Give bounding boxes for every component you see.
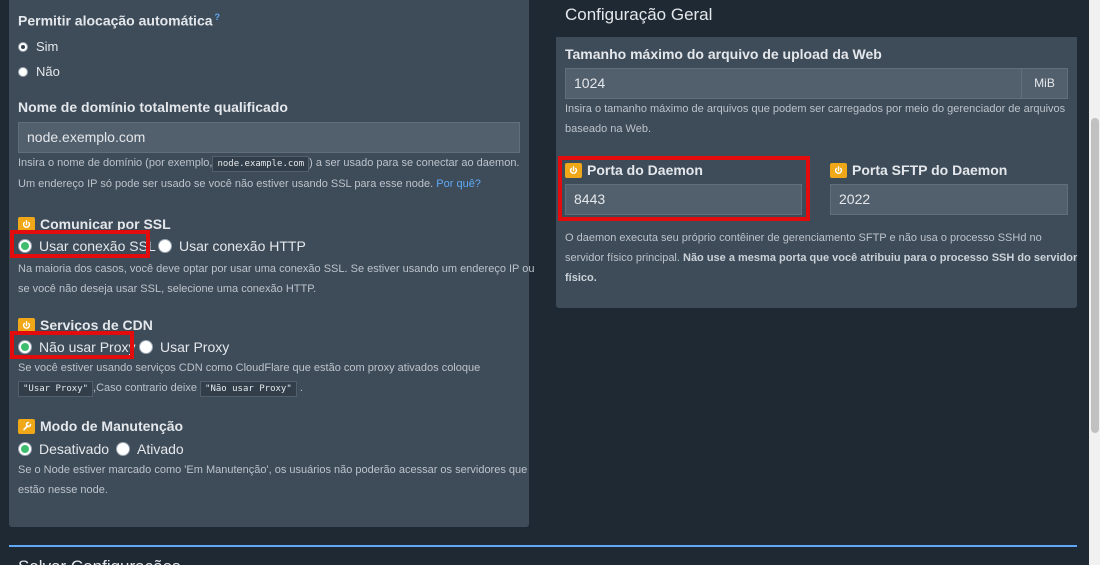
auto-alloc-label: Permitir alocação automática?: [18, 12, 221, 29]
daemon-port-highlight-box: [558, 156, 810, 221]
upload-size-label: Tamanho máximo do arquivo de upload da W…: [565, 46, 882, 62]
http-use-radio[interactable]: Usar conexão HTTP: [158, 238, 306, 254]
cdn-proxy-radio[interactable]: Usar Proxy: [139, 339, 229, 355]
radio-unchecked-icon: [158, 239, 172, 253]
ssl-highlight-box: [10, 230, 150, 258]
radio-checked-icon: [18, 41, 28, 52]
cdn-help: Se você estiver usando serviços CDN como…: [18, 358, 480, 399]
maintenance-on-radio[interactable]: Ativado: [116, 441, 184, 457]
help-marker[interactable]: ?: [215, 12, 221, 22]
upload-help: Insira o tamanho máximo de arquivos que …: [565, 103, 1066, 135]
sftp-port-label: Porta SFTP do Daemon: [830, 162, 1007, 178]
maintenance-help: Se o Node estiver marcado como 'Em Manut…: [18, 464, 528, 496]
radio-checked-icon: [18, 442, 32, 456]
radio-unchecked-icon: [18, 66, 28, 77]
radio-unchecked-icon: [116, 442, 130, 456]
panel-title: Configuração Geral: [565, 5, 713, 24]
fqdn-help-line2: Um endereço IP só pode ser usado se você…: [18, 178, 481, 190]
radio-unchecked-icon: [139, 340, 153, 354]
why-link[interactable]: Por quê?: [436, 178, 481, 190]
fqdn-help: Insira o nome de domínio (por exemplo, no…: [18, 153, 520, 174]
node-details-panel: Permitir alocação automática? Sim Não No…: [9, 0, 534, 527]
cdn-highlight-box: [10, 331, 134, 359]
save-config-title: Salvar Configurações: [18, 557, 181, 565]
auto-alloc-no-radio[interactable]: Não: [18, 64, 60, 79]
upload-size-input[interactable]: 1024: [565, 68, 1022, 99]
scrollbar-thumb[interactable]: [1091, 118, 1099, 433]
general-config-panel: Configuração Geral Tamanho máximo do arq…: [556, 0, 1077, 308]
upload-unit-addon: MiB: [1021, 68, 1068, 99]
auto-alloc-yes-radio[interactable]: Sim: [18, 39, 58, 54]
fqdn-input[interactable]: node.exemplo.com: [18, 122, 520, 153]
fqdn-label: Nome de domínio totalmente qualificado: [18, 99, 288, 115]
sftp-port-input[interactable]: 2022: [830, 184, 1068, 215]
panel-header: Configuração Geral: [556, 0, 1077, 37]
maintenance-off-radio[interactable]: Desativado: [18, 441, 109, 457]
ssl-help: Na maioria dos casos, você deve optar po…: [18, 263, 535, 295]
save-config-panel: Salvar Configurações: [9, 545, 1077, 565]
power-icon: [830, 162, 847, 178]
ports-help: O daemon executa seu próprio contêiner d…: [565, 232, 1078, 284]
maintenance-label: Modo de Manutenção: [18, 418, 183, 434]
wrench-icon: [18, 418, 35, 434]
